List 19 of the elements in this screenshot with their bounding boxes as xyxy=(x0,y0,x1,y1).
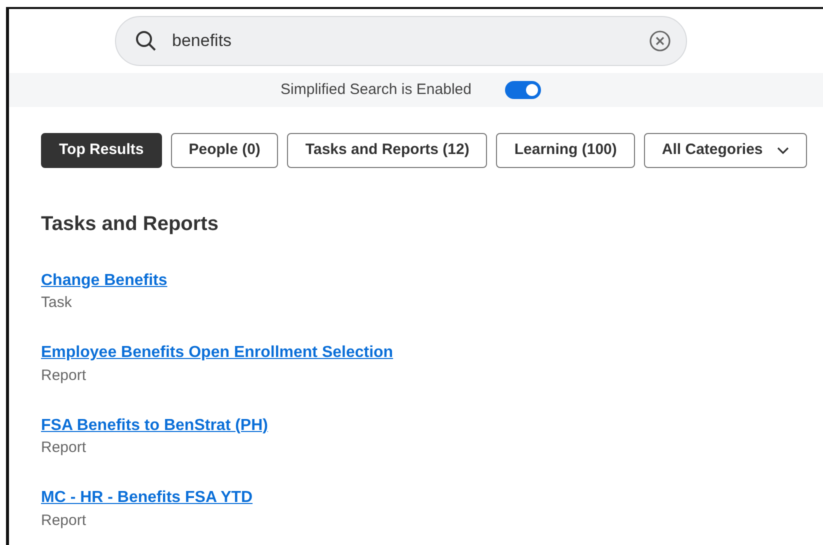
category-dropdown[interactable]: All Categories xyxy=(644,133,807,168)
chevron-icon xyxy=(776,146,789,154)
toggle-switch[interactable] xyxy=(505,81,542,99)
filter-chip[interactable]: Top Results xyxy=(41,133,162,168)
result-type: Report xyxy=(41,366,88,386)
section-heading: Tasks and Reports xyxy=(41,212,220,236)
result-link[interactable]: Change Benefits xyxy=(41,270,168,292)
result-link[interactable]: FSA Benefits to BenStrat (PH) xyxy=(41,414,268,438)
result-link[interactable]: Employee Benefits Open Enrollment Selection xyxy=(41,342,394,365)
filter-chip[interactable]: Tasks and Reports (12) xyxy=(287,133,488,168)
filter-chip[interactable]: Learning (100) xyxy=(496,133,635,168)
filter-chip[interactable]: People (0) xyxy=(170,133,278,168)
search-field[interactable]: benefits xyxy=(115,16,687,66)
clear-icon[interactable] xyxy=(649,30,671,52)
result-type: Report xyxy=(41,438,88,458)
toggle-label: Simplified Search is Enabled xyxy=(280,80,472,100)
result-type: Report xyxy=(41,510,88,531)
result-type: Task xyxy=(41,293,73,314)
result-link[interactable]: MC - HR - Benefits FSA YTD xyxy=(41,487,253,510)
